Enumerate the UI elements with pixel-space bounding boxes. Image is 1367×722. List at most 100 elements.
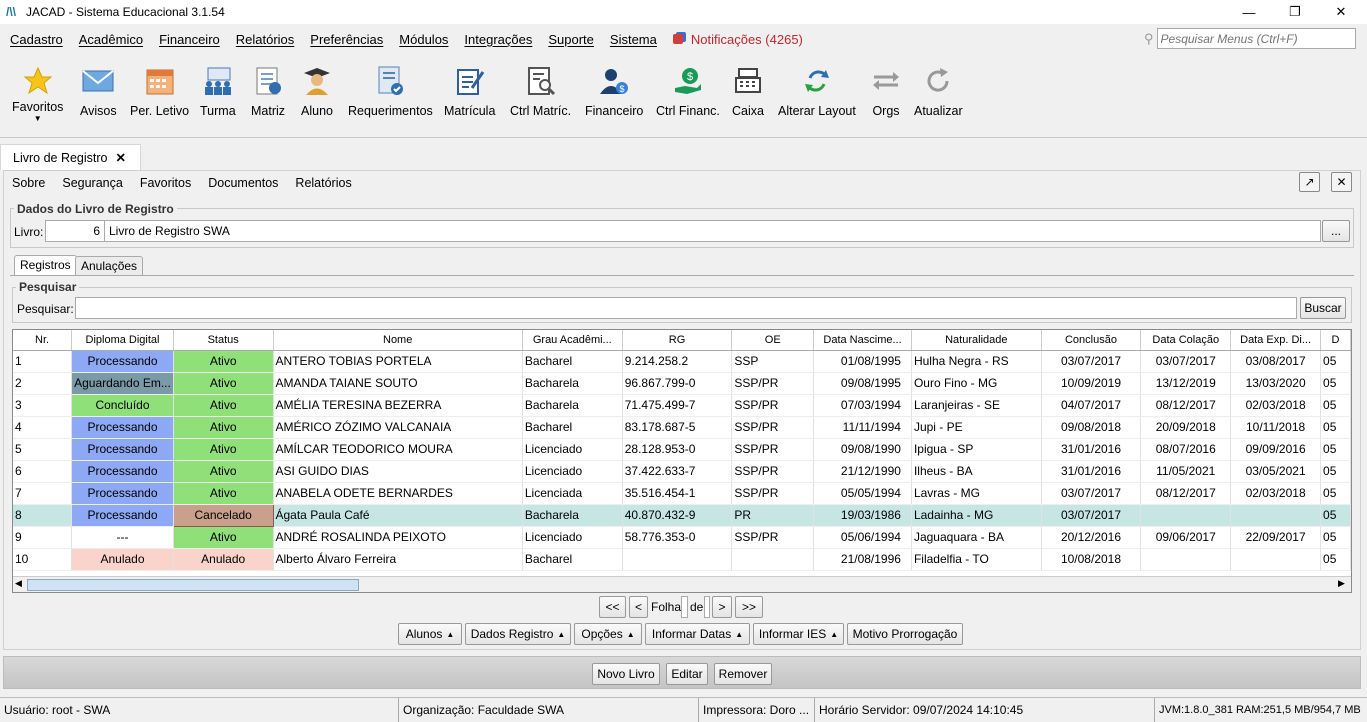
cell-grau: Licenciada xyxy=(522,482,623,505)
cell-colacao: 08/12/2017 xyxy=(1140,482,1232,505)
notifications-link[interactable]: Notificações (4265) xyxy=(672,32,803,47)
menu-academico[interactable]: Acadêmico xyxy=(79,32,143,47)
toolbar-ctrl-financ-button[interactable]: $ Ctrl Financ. xyxy=(656,64,720,118)
column-header[interactable]: Nome xyxy=(273,330,523,351)
table-row[interactable]: 3 Concluído Ativo AMÉLIA TERESINA BEZERRA Ba… xyxy=(13,394,1351,417)
toolbar-matriz-button[interactable]: Matriz xyxy=(251,64,285,118)
table-header-row: Nr. Diploma Digital Status Nome Grau Acadêmi… xyxy=(13,330,1351,351)
menu-sistema[interactable]: Sistema xyxy=(610,32,657,47)
prev-page-button[interactable]: < xyxy=(629,596,648,618)
menu-financeiro[interactable]: Financeiro xyxy=(159,32,220,47)
scroll-left-icon[interactable]: ◀ xyxy=(15,578,22,589)
cell-exp xyxy=(1230,548,1322,571)
cell-nasc: 09/08/1995 xyxy=(813,372,912,395)
informar-datas-button[interactable]: Informar Datas ▲ xyxy=(645,623,750,645)
table-row[interactable]: 8 Processando Cancelado Ágata Paula Café Bac… xyxy=(13,503,1351,527)
submenu-seguranca[interactable]: Segurança xyxy=(62,176,122,190)
detach-window-button[interactable]: ↗ xyxy=(1299,172,1320,192)
editar-button[interactable]: Editar xyxy=(666,663,708,685)
informar-ies-button[interactable]: Informar IES ▲ xyxy=(753,623,844,645)
column-header[interactable]: D xyxy=(1320,330,1351,351)
submenu-documentos[interactable]: Documentos xyxy=(208,176,278,190)
toolbar-avisos-button[interactable]: Avisos xyxy=(80,64,117,118)
close-tab-icon[interactable]: ✕ xyxy=(116,150,126,165)
column-header[interactable]: Data Exp. Di... xyxy=(1230,330,1322,351)
page-number-field[interactable] xyxy=(681,596,688,618)
column-header[interactable]: Status xyxy=(173,330,274,351)
toolbar-per-letivo-button[interactable]: Per. Letivo xyxy=(130,64,189,118)
search-input[interactable] xyxy=(75,297,1297,319)
cell-d: 05 xyxy=(1320,438,1351,461)
menu-integracoes[interactable]: Integrações xyxy=(464,32,532,47)
toolbar-financeiro-button[interactable]: $ Financeiro xyxy=(585,64,643,118)
minimize-button[interactable]: — xyxy=(1226,0,1272,24)
table-row[interactable]: 5 Processando Ativo AMÍLCAR TEODORICO MOURA… xyxy=(13,438,1351,461)
menu-relatorios[interactable]: Relatórios xyxy=(236,32,295,47)
column-header[interactable]: RG xyxy=(622,330,733,351)
table-row[interactable]: 6 Processando Ativo ASI GUIDO DIAS Licenciad… xyxy=(13,460,1351,483)
maximize-button[interactable]: ❐ xyxy=(1272,0,1318,24)
toolbar-requerimentos-button[interactable]: Requerimentos xyxy=(348,64,433,118)
first-page-button[interactable]: << xyxy=(599,596,626,618)
livro-name-field[interactable]: Livro de Registro SWA xyxy=(104,220,1321,242)
toolbar-caixa-button[interactable]: Caixa xyxy=(731,64,765,118)
opcoes-button[interactable]: Opções ▲ xyxy=(574,623,642,645)
table-row[interactable]: 7 Processando Ativo ANABELA ODETE BERNARDES… xyxy=(13,482,1351,505)
cell-nat: Ladainha - MG xyxy=(911,504,1042,527)
toolbar-turma-button[interactable]: Turma xyxy=(200,64,236,118)
toolbar-favoritos-button[interactable]: Favoritos ▼ xyxy=(12,64,63,123)
toolbar-orgs-button[interactable]: Orgs xyxy=(869,64,903,118)
cell-nr: 9 xyxy=(13,526,73,549)
request-form-icon xyxy=(373,64,407,98)
last-page-button[interactable]: >> xyxy=(735,596,763,618)
livro-number-field[interactable]: 6 xyxy=(45,220,105,242)
toolbar-ctrl-matric-button[interactable]: Ctrl Matríc. xyxy=(510,64,571,118)
tab-livro-de-registro[interactable]: Livro de Registro ✕ xyxy=(0,144,141,170)
menu-search-input[interactable] xyxy=(1156,28,1356,49)
cell-colacao: 20/09/2018 xyxy=(1140,416,1232,439)
submenu-relatorios[interactable]: Relatórios xyxy=(295,176,351,190)
submenu-favoritos[interactable]: Favoritos xyxy=(140,176,191,190)
horizontal-scrollbar[interactable]: ◀ ▶ xyxy=(13,576,1351,592)
column-header[interactable]: Data Colação xyxy=(1140,330,1232,351)
alunos-button[interactable]: Alunos ▲ xyxy=(398,623,462,645)
table-row[interactable]: 4 Processando Ativo AMÉRICO ZÓZIMO VALCANAI… xyxy=(13,416,1351,439)
close-icon: ✕ xyxy=(1336,175,1347,189)
cell-exp: 03/08/2017 xyxy=(1230,350,1322,373)
next-page-button[interactable]: > xyxy=(712,596,732,618)
menu-cadastro[interactable]: Cadastro xyxy=(10,32,63,47)
motivo-prorrogacao-button[interactable]: Motivo Prorrogação xyxy=(847,623,963,645)
scroll-right-icon[interactable]: ▶ xyxy=(1338,578,1345,589)
toolbar-atualizar-button[interactable]: Atualizar xyxy=(914,64,963,118)
table-row[interactable]: 1 Processando Ativo ANTERO TOBIAS PORTELA Ba… xyxy=(13,350,1351,373)
column-header[interactable]: Grau Acadêmi... xyxy=(522,330,623,351)
browse-livro-button[interactable]: ... xyxy=(1322,220,1350,242)
column-header[interactable]: Nr. xyxy=(13,330,73,351)
menu-modulos[interactable]: Módulos xyxy=(399,32,448,47)
toolbar-aluno-button[interactable]: Aluno xyxy=(300,64,334,118)
close-panel-button[interactable]: ✕ xyxy=(1331,172,1352,192)
column-header[interactable]: Naturalidade xyxy=(911,330,1042,351)
close-window-button[interactable]: ✕ xyxy=(1318,0,1364,24)
table-row[interactable]: 10 Anulado Anulado Alberto Álvaro Ferreira B… xyxy=(13,548,1351,571)
search-button[interactable]: Buscar xyxy=(1300,297,1346,319)
cell-colacao: 08/12/2017 xyxy=(1140,394,1232,417)
table-row[interactable]: 2 Aguardando Em... Ativo AMANDA TAIANE SOUT… xyxy=(13,372,1351,395)
scrollbar-thumb[interactable] xyxy=(27,579,359,591)
remover-button[interactable]: Remover xyxy=(714,663,772,685)
table-row[interactable]: 9 --- Ativo ANDRÉ ROSALINDA PEIXOTO Licencia… xyxy=(13,526,1351,549)
dados-registro-button[interactable]: Dados Registro ▲ xyxy=(465,623,571,645)
column-header[interactable]: Diploma Digital xyxy=(71,330,174,351)
column-header[interactable]: OE xyxy=(731,330,815,351)
tab-registros[interactable]: Registros xyxy=(14,255,77,275)
cell-rg xyxy=(622,548,733,571)
toolbar-alterar-layout-button[interactable]: Alterar Layout xyxy=(778,64,856,118)
menu-suporte[interactable]: Suporte xyxy=(548,32,594,47)
menu-preferencias[interactable]: Preferências xyxy=(310,32,383,47)
column-header[interactable]: Data Nascime... xyxy=(813,330,912,351)
column-header[interactable]: Conclusão xyxy=(1041,330,1142,351)
submenu-sobre[interactable]: Sobre xyxy=(12,176,45,190)
novo-livro-button[interactable]: Novo Livro xyxy=(592,663,660,685)
toolbar-matricula-button[interactable]: Matrícula xyxy=(444,64,495,118)
tab-anulacoes[interactable]: Anulações xyxy=(75,256,144,275)
